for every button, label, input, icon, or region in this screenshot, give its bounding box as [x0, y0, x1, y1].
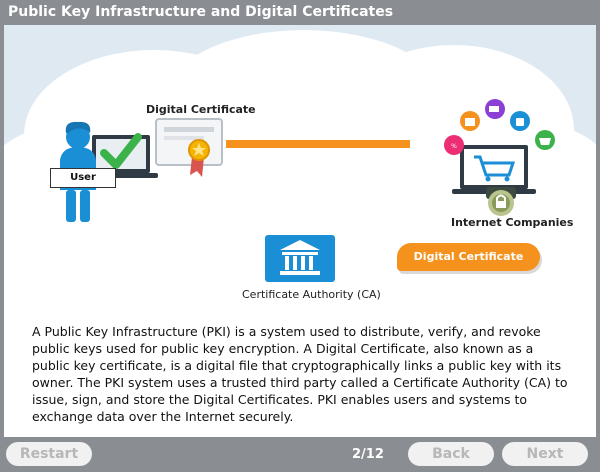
svg-text:%: % [451, 143, 457, 150]
digital-certificate-label: Digital Certificate [146, 103, 256, 116]
shop-laptop-icon [452, 145, 536, 194]
connection-line [226, 140, 410, 148]
title-bar: Public Key Infrastructure and Digital Ce… [0, 0, 600, 25]
certificate-request-badge: Digital Certificate Request [397, 243, 540, 291]
user-label: User [50, 168, 116, 188]
restart-button[interactable]: Restart [6, 442, 92, 466]
description-text: A Public Key Infrastructure (PKI) is a s… [32, 324, 568, 424]
navigation-bar: Restart 2/12 Back Next [0, 437, 600, 472]
next-button[interactable]: Next [502, 442, 588, 466]
back-button[interactable]: Back [408, 442, 494, 466]
internet-companies-label: Internet Companies [451, 216, 574, 229]
lesson-window: Public Key Infrastructure and Digital Ce… [0, 0, 600, 472]
certificate-authority-label: Certificate Authority (CA) [242, 288, 381, 301]
page-indicator: 2/12 [352, 447, 384, 462]
window-title: Public Key Infrastructure and Digital Ce… [8, 4, 394, 20]
content-area: % Digital Certificate User Internet Comp… [4, 25, 596, 437]
certificate-authority-icon [265, 235, 335, 282]
pki-diagram: % Digital Certificate User Internet Comp… [4, 25, 596, 315]
